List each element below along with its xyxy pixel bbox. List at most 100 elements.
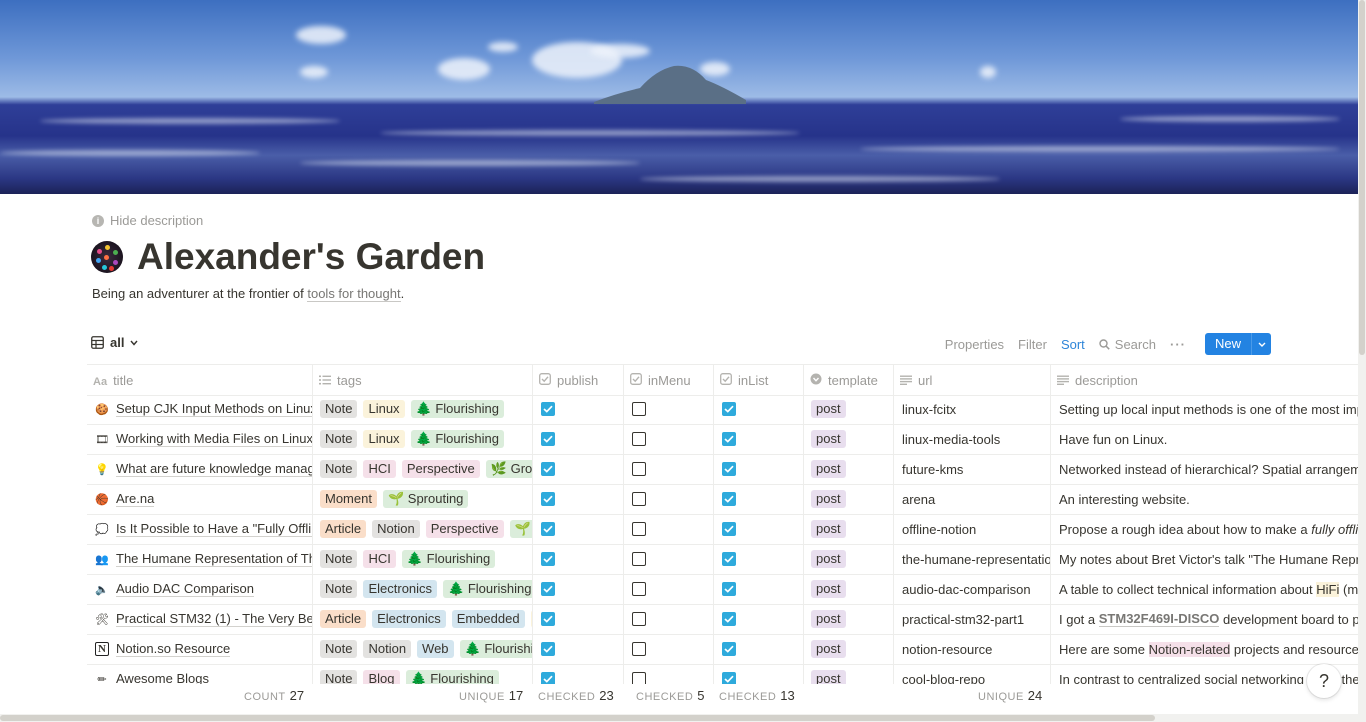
tools-for-thought-link[interactable]: tools for thought <box>307 286 401 302</box>
template-cell[interactable]: post <box>804 664 894 684</box>
inList-checkbox[interactable] <box>722 402 736 416</box>
template-cell[interactable]: post <box>804 634 894 664</box>
vertical-scroll-thumb[interactable] <box>1359 0 1365 355</box>
inMenu-checkbox[interactable] <box>632 402 646 416</box>
table-row[interactable]: 💭 Is It Possible to Have a "Fully Offline… <box>87 514 1358 545</box>
inList-checkbox[interactable] <box>722 462 736 476</box>
inList-checkbox[interactable] <box>722 612 736 626</box>
table-row[interactable]: 💡 What are future knowledge management sy… <box>87 454 1358 485</box>
table-row[interactable]: 🍪 Setup CJK Input Methods on Linux Note Lin… <box>87 394 1358 425</box>
inMenu-checkbox[interactable] <box>632 462 646 476</box>
calc-unique[interactable]: UNIQUE 17 <box>459 688 523 703</box>
tags-cell[interactable]: Note Notion Web 🌲 Flourishing <box>313 634 533 664</box>
tags-cell[interactable]: Article Notion Perspective 🌱 <box>313 514 533 544</box>
column-header-inList[interactable]: inList <box>714 365 804 395</box>
template-cell[interactable]: post <box>804 424 894 454</box>
title-cell[interactable]: 🍪 Setup CJK Input Methods on Linux <box>87 394 313 424</box>
more-options-button[interactable]: ··· <box>1163 334 1193 355</box>
sort-button[interactable]: Sort <box>1054 334 1092 355</box>
url-cell[interactable]: arena <box>894 484 1051 514</box>
filter-button[interactable]: Filter <box>1011 334 1054 355</box>
row-title[interactable]: Notion.so Resource <box>116 641 231 657</box>
table-row[interactable]: 👥The Humane Representation of ThoughtNot… <box>87 544 1358 575</box>
description-cell[interactable]: A table to collect technical information… <box>1051 574 1358 604</box>
row-title[interactable]: Are.na <box>116 491 155 507</box>
template-cell[interactable]: post <box>804 574 894 604</box>
title-cell[interactable]: N Notion.so Resource <box>87 634 313 664</box>
tags-cell[interactable]: ArticleElectronicsEmbedded… <box>313 604 533 634</box>
tags-cell[interactable]: Note HCI 🌲 Flourishing <box>313 544 533 574</box>
publish-checkbox[interactable] <box>541 672 555 684</box>
publish-checkbox[interactable] <box>541 522 555 536</box>
template-cell[interactable]: post <box>804 514 894 544</box>
description-cell[interactable]: I got a STM32F469I-DISCO development boa… <box>1051 604 1358 634</box>
page-icon[interactable] <box>91 241 123 273</box>
description-cell[interactable]: My notes about Bret Victor's talk "The H… <box>1051 544 1358 574</box>
publish-checkbox[interactable] <box>541 582 555 596</box>
table-row[interactable]: 🎞 Working with Media Files on Linux Note Li… <box>87 424 1358 455</box>
row-title[interactable]: Practical STM32 (1) - The Very Beginning <box>116 611 312 627</box>
template-cell[interactable]: post <box>804 604 894 634</box>
inMenu-checkbox[interactable] <box>632 612 646 626</box>
row-title[interactable]: Awesome Blogs <box>116 671 209 684</box>
table-row[interactable]: 🛠 Practical STM32 (1) - The Very Beginnin… <box>87 604 1358 635</box>
url-cell[interactable]: linux-media-tools <box>894 424 1051 454</box>
template-cell[interactable]: post <box>804 484 894 514</box>
tags-cell[interactable]: Note HCI Perspective 🌿 Growing <box>313 454 533 484</box>
publish-checkbox[interactable] <box>541 492 555 506</box>
hide-description-button[interactable]: i Hide description <box>92 213 203 228</box>
tags-cell[interactable]: Moment 🌱 Sprouting <box>313 484 533 514</box>
inList-checkbox[interactable] <box>722 642 736 656</box>
column-header-description[interactable]: description <box>1051 365 1358 395</box>
row-title[interactable]: What are future knowledge management sys… <box>116 461 312 477</box>
column-header-publish[interactable]: publish <box>533 365 624 395</box>
publish-checkbox[interactable] <box>541 552 555 566</box>
description-cell[interactable]: Networked instead of hierarchical? Spati… <box>1051 454 1358 484</box>
inList-checkbox[interactable] <box>722 522 736 536</box>
inList-checkbox[interactable] <box>722 672 736 684</box>
horizontal-scroll-thumb[interactable] <box>0 715 1155 721</box>
publish-checkbox[interactable] <box>541 432 555 446</box>
inMenu-checkbox[interactable] <box>632 582 646 596</box>
description-cell[interactable]: Have fun on Linux. <box>1051 424 1358 454</box>
publish-checkbox[interactable] <box>541 462 555 476</box>
title-cell[interactable]: 💡 What are future knowledge management sy… <box>87 454 313 484</box>
url-cell[interactable]: audio-dac-comparison <box>894 574 1051 604</box>
tags-cell[interactable]: Note Linux 🌲 Flourishing <box>313 394 533 424</box>
table-row[interactable]: ✏ Awesome Blogs Note Blog 🌲 Flourishing post c… <box>87 664 1358 684</box>
table-row[interactable]: 🔈 Audio DAC Comparison Note Electronics 🌲 Fl… <box>87 574 1358 605</box>
row-title[interactable]: Setup CJK Input Methods on Linux <box>116 401 312 417</box>
url-cell[interactable]: offline-notion <box>894 514 1051 544</box>
title-cell[interactable]: 👥 The Humane Representation of Thought <box>87 544 313 574</box>
title-cell[interactable]: 🔈 Audio DAC Comparison <box>87 574 313 604</box>
help-button[interactable]: ? <box>1307 664 1341 698</box>
url-cell[interactable]: cool-blog-repo <box>894 664 1051 684</box>
column-header-url[interactable]: url <box>894 365 1051 395</box>
view-selector[interactable]: all <box>91 335 139 350</box>
column-header-title[interactable]: Aa title <box>87 365 313 395</box>
search-button[interactable]: Search <box>1092 334 1163 355</box>
publish-checkbox[interactable] <box>541 612 555 626</box>
calc-checked[interactable]: CHECKED 23 <box>538 688 614 703</box>
inList-checkbox[interactable] <box>722 552 736 566</box>
url-cell[interactable]: linux-fcitx <box>894 394 1051 424</box>
url-cell[interactable]: the-humane-representation-of-thought <box>894 544 1051 574</box>
tags-cell[interactable]: Note Linux 🌲 Flourishing <box>313 424 533 454</box>
calc-unique[interactable]: UNIQUE 24 <box>978 688 1042 703</box>
inMenu-checkbox[interactable] <box>632 492 646 506</box>
inList-checkbox[interactable] <box>722 492 736 506</box>
row-title[interactable]: The Humane Representation of Thought <box>116 551 312 567</box>
horizontal-scrollbar[interactable] <box>0 714 1366 722</box>
template-cell[interactable]: post <box>804 394 894 424</box>
description-cell[interactable]: An interesting website. <box>1051 484 1358 514</box>
column-header-tags[interactable]: tags <box>313 365 533 395</box>
page-title[interactable]: Alexander's Garden <box>137 236 485 278</box>
new-button[interactable]: New <box>1205 333 1251 355</box>
publish-checkbox[interactable] <box>541 402 555 416</box>
column-header-inMenu[interactable]: inMenu <box>624 365 714 395</box>
title-cell[interactable]: 🏀 Are.na <box>87 484 313 514</box>
vertical-scrollbar[interactable] <box>1358 0 1366 722</box>
calc-checked[interactable]: CHECKED 13 <box>719 688 795 703</box>
title-cell[interactable]: 🎞 Working with Media Files on Linux <box>87 424 313 454</box>
template-cell[interactable]: post <box>804 544 894 574</box>
